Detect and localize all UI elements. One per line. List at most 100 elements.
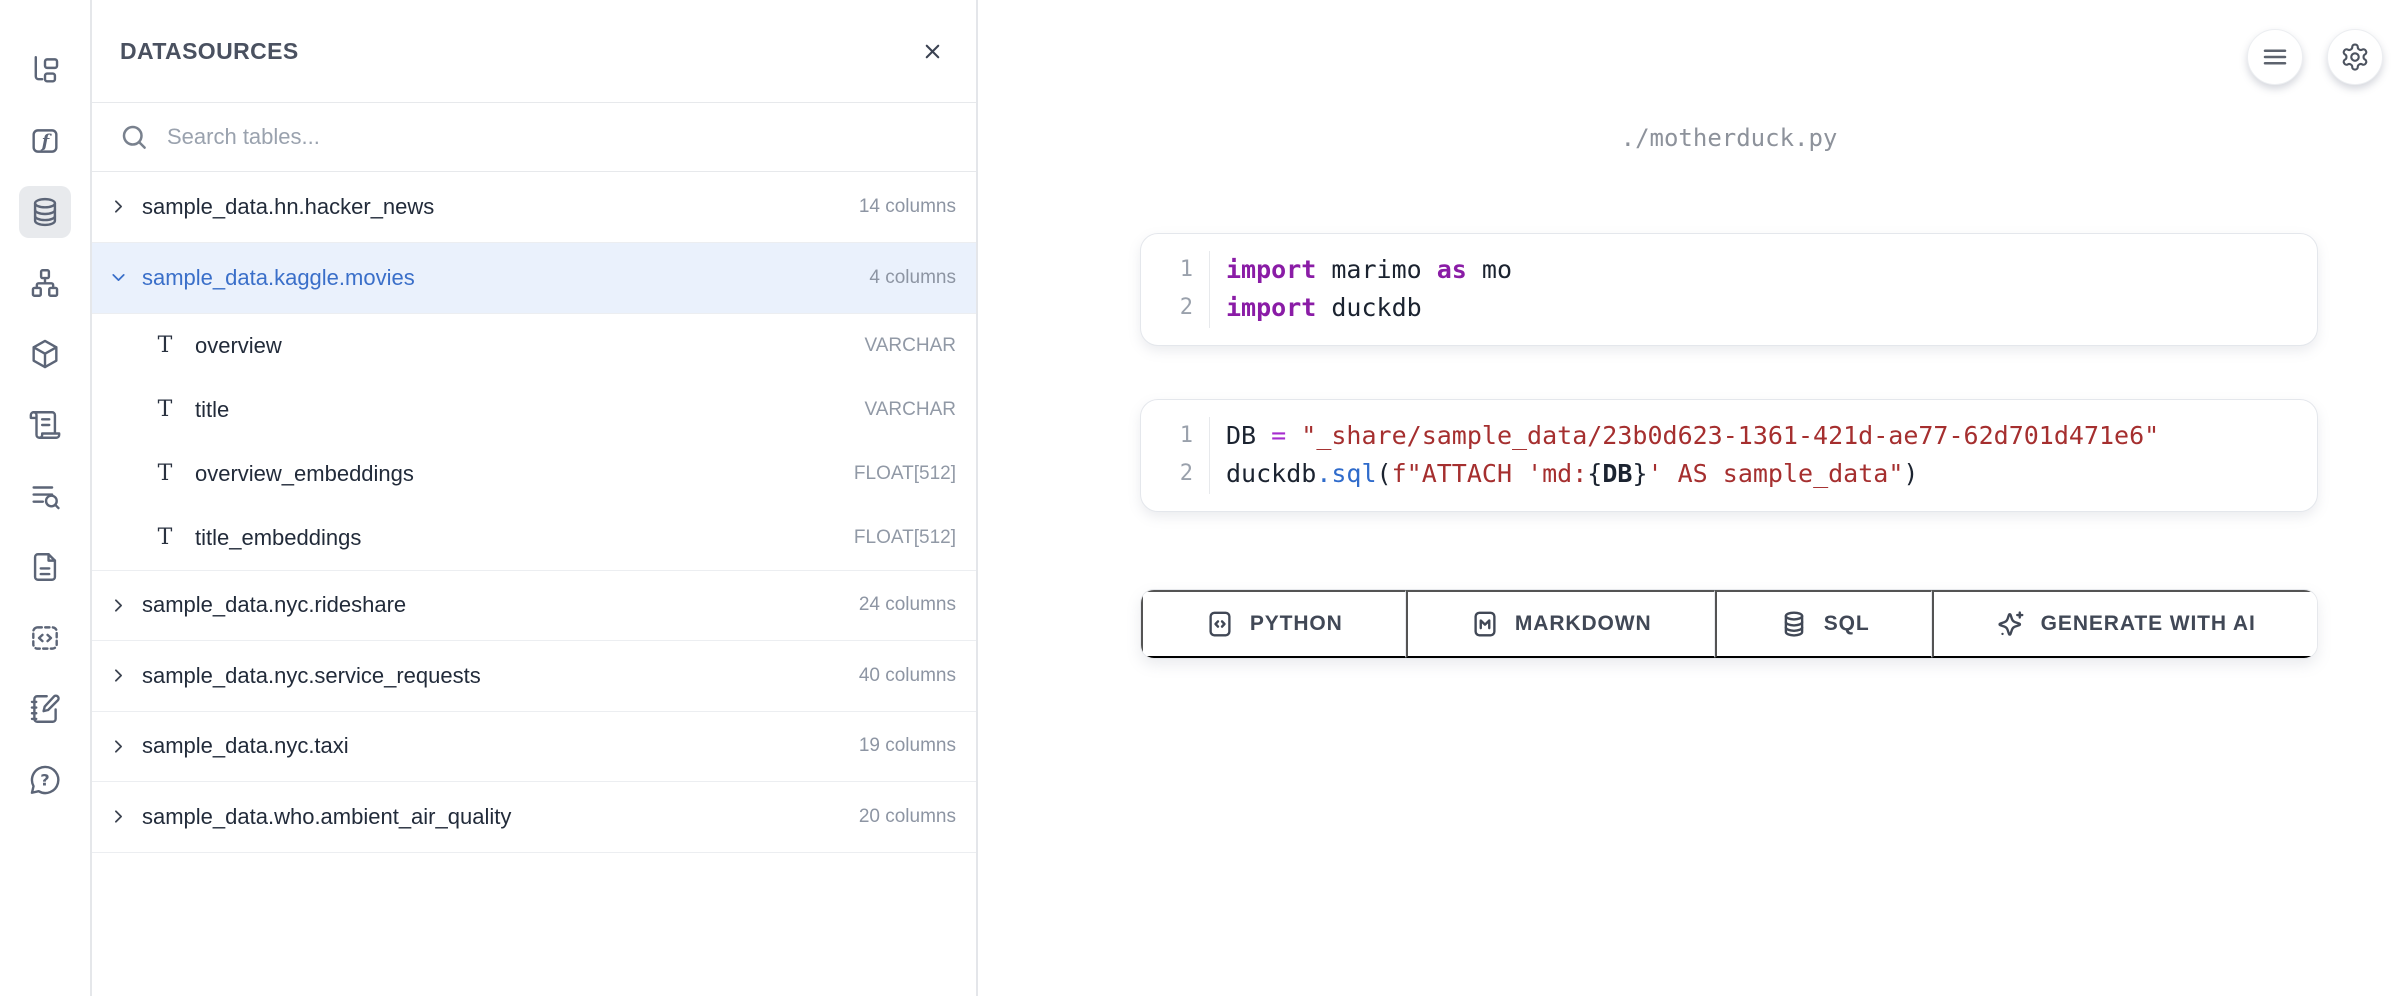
table-name: sample_data.nyc.taxi [142, 733, 846, 759]
code-token: "_share/sample_data/23b0d623-1361-421d-a… [1301, 421, 2159, 450]
icon-sidebar: f ? [0, 0, 92, 996]
chevron-right-icon [108, 806, 129, 827]
text-type-icon: T [152, 397, 178, 422]
line-number: 2 [1141, 455, 1209, 493]
column-row[interactable]: T overview_embeddings FLOAT[512] [92, 442, 976, 506]
svg-text:?: ? [40, 770, 49, 789]
search-input[interactable] [167, 124, 952, 150]
code-line: duckdb.sql(f"ATTACH 'md:{DB}' AS sample_… [1226, 455, 2293, 493]
search-icon [119, 122, 149, 152]
code-editor[interactable]: import marimo as mo import duckdb [1209, 251, 2293, 328]
button-label: GENERATE WITH AI [2041, 612, 2256, 636]
code-token: ( [1377, 459, 1392, 488]
variables-icon[interactable]: f [19, 115, 71, 167]
code-token: ' AS sample_data" [1648, 459, 1904, 488]
column-count: 20 columns [859, 806, 956, 828]
button-label: MARKDOWN [1515, 612, 1652, 636]
code-line: import duckdb [1226, 289, 2293, 327]
code-token: = [1271, 421, 1286, 450]
line-numbers: 1 2 [1141, 251, 1209, 328]
chevron-right-icon [108, 736, 129, 757]
dependencies-icon[interactable] [19, 257, 71, 309]
code-token: mo [1467, 255, 1512, 284]
close-icon[interactable] [914, 33, 950, 69]
column-count: 4 columns [869, 267, 956, 289]
database-icon [1779, 609, 1809, 639]
code-token: DB [1602, 459, 1632, 488]
column-name: title_embeddings [195, 525, 837, 551]
code-token: import [1226, 255, 1316, 284]
column-name: overview [195, 333, 848, 359]
line-number: 2 [1141, 289, 1209, 327]
column-row[interactable]: T title_embeddings FLOAT[512] [92, 506, 976, 570]
table-row[interactable]: sample_data.nyc.service_requests 40 colu… [92, 641, 976, 712]
code-token: } [1632, 459, 1647, 488]
notebook-filename[interactable]: ./motherduck.py [1140, 124, 2318, 152]
code-cell[interactable]: 1 2 DB = "_share/sample_data/23b0d623-13… [1140, 399, 2318, 512]
gear-icon[interactable] [2327, 29, 2383, 85]
code-token: f [1392, 459, 1407, 488]
code-token [1286, 421, 1301, 450]
code-token: import [1226, 293, 1316, 322]
columns-group: T overview VARCHAR T title VARCHAR T ove… [92, 314, 976, 571]
code-token: .sql [1316, 459, 1376, 488]
table-row-selected[interactable]: sample_data.kaggle.movies 4 columns [92, 243, 976, 314]
add-sql-cell-button[interactable]: SQL [1715, 590, 1933, 658]
code-token: as [1437, 255, 1467, 284]
table-row[interactable]: sample_data.nyc.taxi 19 columns [92, 712, 976, 783]
chevron-right-icon [108, 196, 129, 217]
table-name: sample_data.who.ambient_air_quality [142, 804, 846, 830]
code-token: marimo [1316, 255, 1436, 284]
square-code-icon [1205, 609, 1235, 639]
panel-header: DATASOURCES [92, 0, 976, 103]
datasources-panel: DATASOURCES sample_data.hn.hacker_news 1… [92, 0, 978, 996]
column-count: 19 columns [859, 735, 956, 757]
table-row[interactable]: sample_data.hn.hacker_news 14 columns [92, 172, 976, 243]
button-label: SQL [1824, 612, 1870, 636]
text-type-icon: T [152, 461, 178, 486]
file-tree-icon[interactable] [19, 44, 71, 96]
code-token: duckdb [1316, 293, 1421, 322]
line-number: 1 [1141, 251, 1209, 289]
code-cell[interactable]: 1 2 import marimo as mo import duckdb [1140, 233, 2318, 346]
code-token: { [1587, 459, 1602, 488]
column-row[interactable]: T title VARCHAR [92, 378, 976, 442]
code-token: ) [1903, 459, 1918, 488]
datasources-icon[interactable] [19, 186, 71, 238]
menu-icon[interactable] [2247, 29, 2303, 85]
generate-with-ai-button[interactable]: GENERATE WITH AI [1932, 590, 2317, 658]
table-name: sample_data.nyc.rideshare [142, 592, 846, 618]
column-type: FLOAT[512] [854, 463, 956, 485]
snippets-icon[interactable] [19, 612, 71, 664]
logs-icon[interactable] [19, 399, 71, 451]
table-row[interactable]: sample_data.who.ambient_air_quality 20 c… [92, 782, 976, 853]
code-line: DB = "_share/sample_data/23b0d623-1361-4… [1226, 417, 2293, 455]
search-bar [92, 103, 976, 172]
button-label: PYTHON [1250, 612, 1343, 636]
column-type: FLOAT[512] [854, 527, 956, 549]
column-row[interactable]: T overview VARCHAR [92, 314, 976, 378]
column-type: VARCHAR [865, 399, 957, 421]
line-numbers: 1 2 [1141, 417, 1209, 494]
code-token: duckdb [1226, 459, 1316, 488]
scratchpad-icon[interactable] [19, 683, 71, 735]
text-search-icon[interactable] [19, 470, 71, 522]
code-editor[interactable]: DB = "_share/sample_data/23b0d623-1361-4… [1209, 417, 2293, 494]
add-markdown-cell-button[interactable]: MARKDOWN [1406, 590, 1715, 658]
table-row[interactable]: sample_data.nyc.rideshare 24 columns [92, 571, 976, 642]
table-list: sample_data.hn.hacker_news 14 columns sa… [92, 172, 976, 853]
table-name: sample_data.hn.hacker_news [142, 194, 846, 220]
table-name: sample_data.kaggle.movies [142, 265, 856, 291]
sparkles-icon [1996, 609, 2026, 639]
help-icon[interactable]: ? [19, 754, 71, 806]
documentation-icon[interactable] [19, 541, 71, 593]
column-count: 24 columns [859, 594, 956, 616]
add-python-cell-button[interactable]: PYTHON [1141, 590, 1406, 658]
column-name: title [195, 397, 848, 423]
table-name: sample_data.nyc.service_requests [142, 663, 846, 689]
marimo-app: f ? DATASOURCES [0, 0, 2399, 996]
packages-icon[interactable] [19, 328, 71, 380]
panel-title: DATASOURCES [120, 38, 299, 65]
add-cell-toolbar: PYTHON MARKDOWN SQL GENERATE WITH AI [1140, 589, 2318, 659]
square-m-icon [1470, 609, 1500, 639]
